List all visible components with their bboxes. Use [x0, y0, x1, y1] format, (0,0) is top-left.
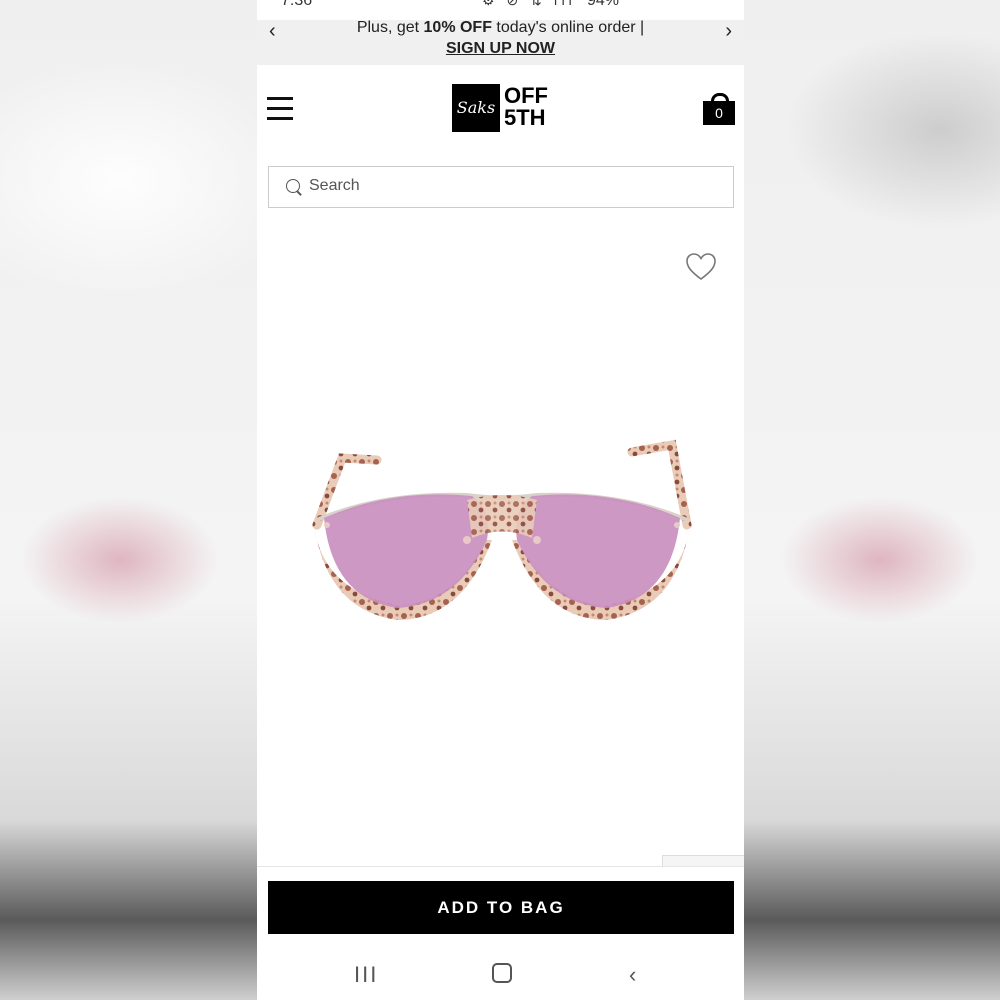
status-icons: ⚙ ⊘ ⇅ ıll [482, 0, 576, 8]
promo-banner: ‹ Plus, get 10% OFF today's online order… [257, 17, 744, 65]
shopping-bag-icon[interactable]: 0 [703, 93, 735, 125]
bag-count: 0 [703, 101, 735, 125]
saks-off-5th-logo[interactable]: Saks OFF 5TH [452, 84, 552, 132]
recents-icon[interactable]: III [354, 962, 378, 988]
sticky-action-bar: ADD TO BAG [257, 866, 744, 945]
logo-mark: Saks [452, 84, 500, 132]
promo-prev-arrow-icon[interactable]: ‹ [269, 20, 276, 43]
back-icon[interactable]: ‹ [629, 962, 636, 988]
system-nav-bar: III ‹ [257, 944, 744, 1000]
search-icon [286, 179, 300, 193]
logo-line2: 5TH [504, 105, 546, 130]
promo-highlight: 10% OFF [423, 19, 492, 36]
search-bar[interactable] [268, 166, 734, 208]
logo-wordmark: OFF 5TH [504, 85, 548, 129]
status-time: 7:36 [281, 0, 313, 9]
promo-prefix: Plus, get [356, 19, 424, 36]
product-image-sunglasses [312, 439, 692, 620]
menu-icon[interactable] [267, 97, 293, 120]
search-input[interactable] [309, 167, 709, 205]
add-to-bag-button[interactable]: ADD TO BAG [268, 881, 734, 934]
home-icon[interactable] [492, 963, 512, 983]
battery-level: 94% [587, 0, 620, 9]
sign-up-link[interactable]: SIGN UP NOW [307, 38, 694, 59]
heart-icon[interactable] [685, 252, 717, 282]
logo-line1: OFF [504, 83, 548, 108]
promo-next-arrow-icon[interactable]: › [725, 20, 732, 43]
phone-screen: 7:36 ⚙ ⊘ ⇅ ıll 94% ‹ Plus, get 10% OFF t… [257, 0, 744, 1000]
promo-text: Plus, get 10% OFF today's online order |… [307, 17, 694, 59]
promo-suffix: today's online order | [491, 19, 645, 36]
site-header: Saks OFF 5TH 0 [257, 65, 744, 155]
